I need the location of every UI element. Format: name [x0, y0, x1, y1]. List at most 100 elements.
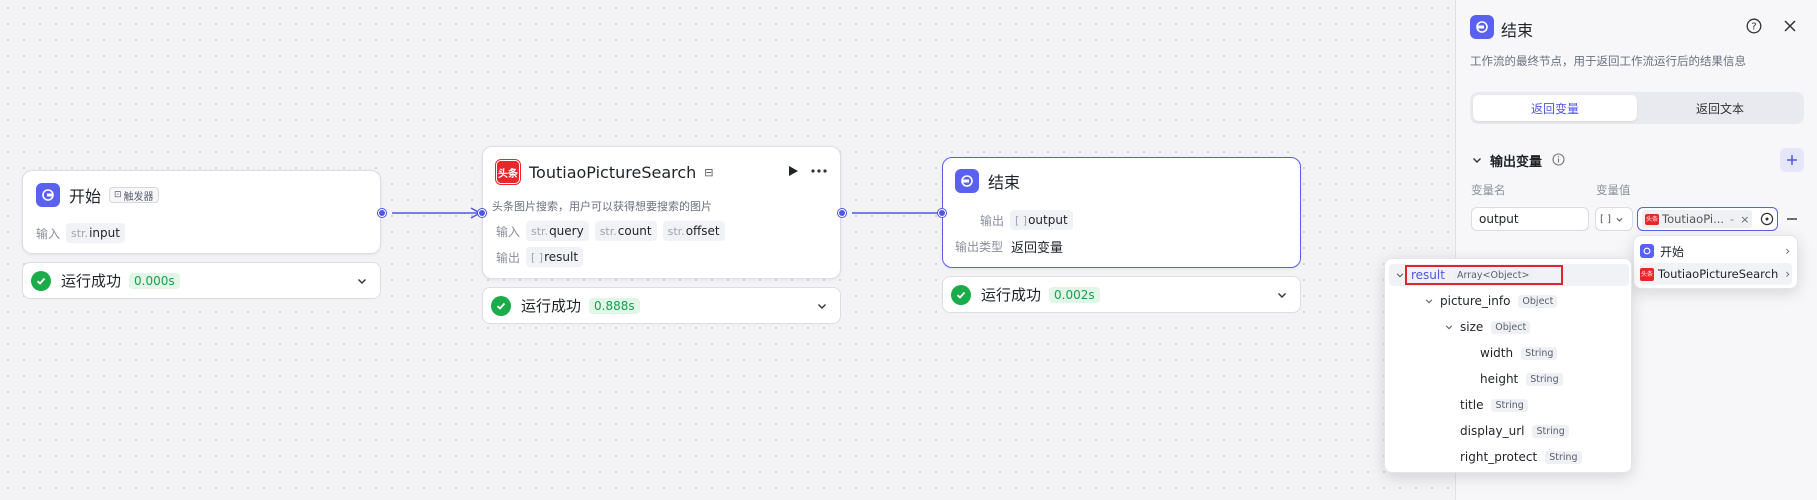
tree-item-title[interactable]: title String [1389, 394, 1629, 416]
tree-item-right-protect[interactable]: right_protect String [1389, 446, 1629, 468]
node-option-toutiao[interactable]: 头条 ToutiaoPictureSearch › [1640, 263, 1792, 285]
chevron-down-icon[interactable] [1424, 296, 1434, 306]
tree-item-height[interactable]: height String [1389, 368, 1629, 390]
info-icon [1552, 153, 1565, 166]
end-input-port[interactable] [938, 209, 946, 217]
search-output-port[interactable] [838, 209, 846, 217]
trigger-icon: ⊡ [114, 190, 122, 200]
add-variable-button[interactable] [1780, 148, 1804, 172]
success-icon [951, 284, 971, 305]
more-icon[interactable] [810, 166, 828, 176]
search-output-tag: [ ] result [526, 247, 584, 267]
end-node-title: 结束 [988, 173, 1021, 192]
remove-variable-icon[interactable] [1786, 213, 1798, 225]
toutiao-icon: 头条 [1645, 213, 1660, 225]
end-node[interactable]: 结束 输出 [ ] output 输出类型 返回变量 [942, 157, 1301, 268]
col-var-name: 变量名 [1471, 183, 1506, 197]
end-status-time: 0.002s [1049, 286, 1100, 303]
search-input-offset: str. offset [662, 221, 725, 241]
end-output-type-label: 输出类型 [955, 240, 1004, 254]
chevron-down-icon[interactable] [1276, 289, 1288, 301]
search-node-description: 头条图片搜索，用户可以获得想要搜索的图片 [492, 200, 712, 213]
var-name-input[interactable]: output [1471, 207, 1589, 231]
var-value-reference[interactable]: 头条 ToutiaoPi... - × [1637, 207, 1778, 231]
tree-item-picture-info[interactable]: picture_info Object [1389, 290, 1629, 312]
search-input-query: str. query [526, 221, 589, 241]
start-status-bar[interactable]: 运行成功 0.000s [22, 262, 381, 299]
tree-item-type: String [1532, 424, 1569, 438]
var-ref-chip: 头条 ToutiaoPi... - × [1642, 210, 1753, 228]
tree-item-type: Object [1491, 320, 1531, 334]
search-node-title: ToutiaoPictureSearch [529, 162, 697, 182]
success-icon [491, 295, 511, 316]
start-input-tag: str. input [66, 223, 125, 243]
tree-item-name: picture_info [1440, 294, 1511, 308]
tree-item-result[interactable]: result Array<Object> [1389, 264, 1629, 286]
var-type-select[interactable]: [ ] [1595, 207, 1633, 231]
plugin-icon: ⊟ [704, 165, 714, 179]
toutiao-search-node[interactable]: 头条 ToutiaoPictureSearch ⊟ 头条图片搜索，用户可以获得想… [482, 146, 841, 279]
end-output-label: 输出 [980, 213, 1005, 228]
node-picker-dropdown: 开始 › 头条 ToutiaoPictureSearch › [1633, 235, 1798, 289]
collapse-chevron-icon[interactable] [1471, 154, 1483, 166]
chevron-right-icon: › [1785, 244, 1790, 258]
tree-item-size[interactable]: size Object [1389, 316, 1629, 338]
search-input-count: str. count [594, 221, 657, 241]
search-input-label: 输入 [496, 224, 521, 239]
tree-item-name: display_url [1460, 424, 1525, 438]
tree-item-name: width [1480, 346, 1514, 360]
variable-picker-icon[interactable] [1760, 212, 1774, 226]
end-status-bar[interactable]: 运行成功 0.002s [942, 276, 1301, 313]
start-output-port[interactable] [378, 209, 386, 217]
chevron-down-icon [1616, 217, 1623, 222]
chevron-down-icon[interactable] [816, 300, 828, 312]
start-node-icon [36, 183, 60, 207]
return-mode-tabs: 返回变量 返回文本 [1470, 92, 1804, 124]
remove-ref-icon[interactable]: × [1740, 213, 1749, 226]
toutiao-icon: 头条 [1640, 267, 1655, 281]
tree-item-name: height [1480, 372, 1519, 386]
tree-item-name: size [1460, 320, 1484, 334]
end-status-text: 运行成功 [981, 286, 1042, 304]
toutiao-icon: 头条 [496, 160, 520, 184]
start-status-time: 0.000s [129, 272, 180, 289]
output-vars-title: 输出变量 [1490, 155, 1543, 170]
field-tree-dropdown: result Array<Object> picture_info Object siz… [1384, 258, 1632, 473]
close-icon[interactable] [1783, 19, 1797, 33]
tree-item-name: result [1411, 268, 1445, 282]
chevron-down-icon[interactable] [356, 275, 368, 287]
tree-item-label-wrap: result Array<Object> [1405, 265, 1564, 285]
node-option-start[interactable]: 开始 › [1640, 240, 1792, 262]
tree-item-label-wrap: height String [1480, 372, 1563, 386]
col-var-value: 变量值 [1596, 183, 1631, 197]
tree-item-label-wrap: size Object [1460, 320, 1531, 334]
help-icon[interactable]: ? [1746, 18, 1762, 34]
tree-item-label-wrap: width String [1480, 346, 1558, 360]
start-status-text: 运行成功 [61, 272, 122, 290]
search-input-port[interactable] [478, 209, 486, 217]
end-panel-icon [1470, 15, 1494, 39]
end-node-icon [955, 169, 979, 193]
trigger-badge: ⊡ 触发器 [109, 187, 159, 203]
start-node[interactable]: 开始 ⊡ 触发器 输入 str. input [22, 170, 381, 254]
success-icon [31, 270, 51, 291]
end-output-tag: [ ] output [1010, 210, 1073, 230]
tab-return-text[interactable]: 返回文本 [1638, 95, 1802, 121]
run-icon[interactable] [786, 164, 800, 178]
chevron-down-icon[interactable] [1444, 322, 1454, 332]
tree-item-display-url[interactable]: display_url String [1389, 420, 1629, 442]
panel-description: 工作流的最终节点，用于返回工作流运行后的结果信息 [1470, 54, 1746, 68]
svg-text:?: ? [1751, 22, 1756, 33]
tree-item-width[interactable]: width String [1389, 342, 1629, 364]
tree-item-label-wrap: picture_info Object [1440, 294, 1558, 308]
tab-return-variable[interactable]: 返回变量 [1473, 95, 1637, 121]
tree-item-type: String [1521, 346, 1558, 360]
chevron-down-icon[interactable] [1395, 270, 1405, 280]
start-node-title: 开始 [69, 187, 102, 206]
tree-item-name: right_protect [1460, 450, 1538, 464]
panel-title: 结束 [1501, 21, 1534, 40]
search-status-bar[interactable]: 运行成功 0.888s [482, 287, 841, 324]
tree-item-type: Object [1518, 294, 1558, 308]
search-status-text: 运行成功 [521, 297, 582, 315]
end-output-type-value: 返回变量 [1011, 241, 1064, 256]
